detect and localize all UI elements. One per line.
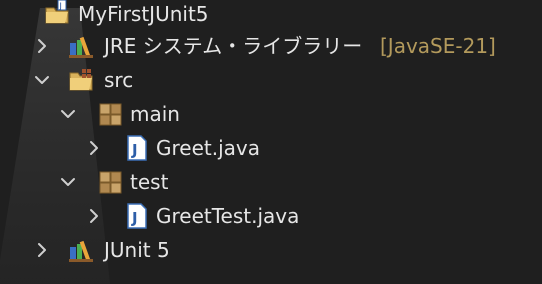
package-explorer-tree: J MyFirstJUnit5 JRE システム・ライブラリー [JavaSE-… — [0, 0, 542, 284]
greet-java-label: Greet.java — [156, 136, 260, 160]
package-test-label: test — [130, 170, 169, 194]
project-label: MyFirstJUnit5 — [78, 2, 209, 26]
chevron-right-icon[interactable] — [34, 242, 50, 258]
tree-item-greettest-java[interactable]: J GreetTest.java — [0, 199, 542, 233]
svg-text:J: J — [131, 209, 138, 227]
tree-item-jre-library[interactable]: JRE システム・ライブラリー [JavaSE-21] — [0, 29, 542, 63]
junit-library-label: JUnit 5 — [104, 238, 170, 262]
project-folder-icon: J — [45, 0, 69, 24]
tree-item-package-test[interactable]: test — [0, 165, 542, 199]
jre-library-label: JRE システム・ライブラリー — [104, 34, 363, 58]
svg-text:J: J — [131, 141, 138, 159]
chevron-down-icon[interactable] — [34, 72, 50, 88]
library-icon — [69, 36, 93, 58]
java-file-icon: J — [127, 203, 147, 229]
library-icon — [69, 240, 93, 262]
chevron-right-icon[interactable] — [34, 38, 50, 54]
jre-version-decoration: [JavaSE-21] — [380, 34, 496, 58]
package-icon — [99, 171, 122, 194]
package-icon — [99, 103, 122, 126]
tree-item-junit-library[interactable]: JUnit 5 — [0, 233, 542, 267]
tree-item-package-main[interactable]: main — [0, 97, 542, 131]
java-file-icon: J — [127, 135, 147, 161]
chevron-down-icon[interactable] — [60, 174, 76, 190]
greettest-java-label: GreetTest.java — [156, 204, 300, 228]
tree-item-project[interactable]: J MyFirstJUnit5 — [0, 0, 542, 31]
svg-text:J: J — [59, 2, 62, 11]
src-label: src — [104, 68, 134, 92]
tree-item-greet-java[interactable]: J Greet.java — [0, 131, 542, 165]
tree-item-src[interactable]: src — [0, 63, 542, 97]
chevron-right-icon[interactable] — [86, 140, 102, 156]
chevron-down-icon[interactable] — [60, 106, 76, 122]
source-folder-icon — [69, 69, 93, 91]
package-main-label: main — [130, 102, 180, 126]
chevron-right-icon[interactable] — [86, 208, 102, 224]
